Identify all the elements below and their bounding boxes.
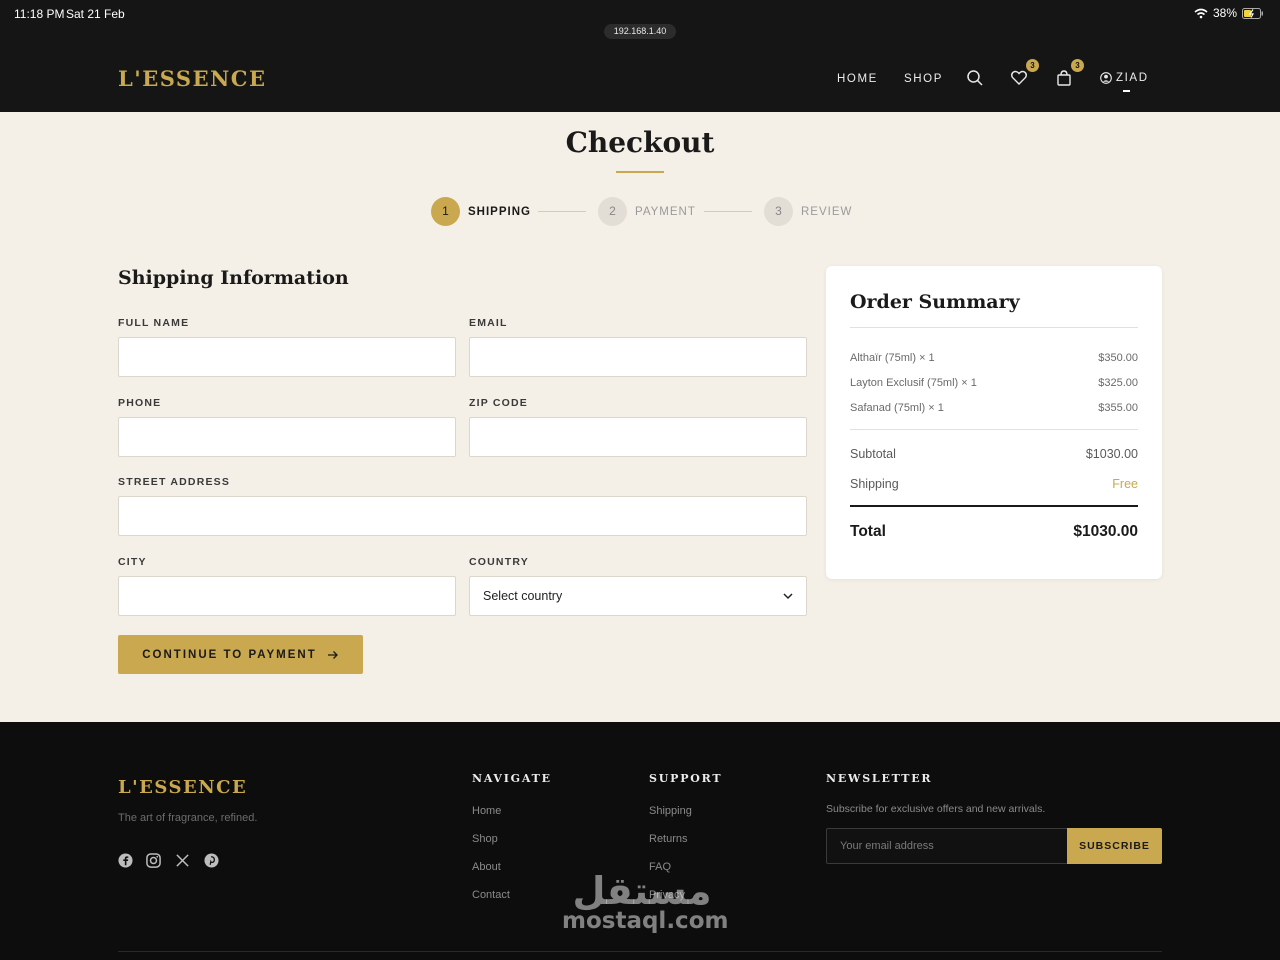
total-label: Total <box>850 523 886 540</box>
chevron-down-icon <box>783 593 793 600</box>
subtotal-value: $1030.00 <box>1085 447 1138 461</box>
nav-shop-link[interactable]: SHOP <box>904 73 943 85</box>
instagram-icon[interactable] <box>146 853 161 868</box>
mostaql-watermark: مستقل mostaql.com <box>562 868 729 934</box>
phone-label: PHONE <box>118 397 162 409</box>
page-title: Checkout <box>565 126 715 159</box>
shipping-row: Shipping Free <box>850 477 1138 491</box>
footer-link-about[interactable]: About <box>472 861 501 873</box>
step-shipping-label[interactable]: SHIPPING <box>468 206 531 218</box>
subscribe-button[interactable]: SUBSCRIBE <box>1067 828 1162 864</box>
wifi-icon <box>1194 8 1208 18</box>
total-value: $1030.00 <box>1073 523 1138 540</box>
footer-link-home[interactable]: Home <box>472 805 501 817</box>
newsletter-email-input[interactable]: Your email address <box>826 828 1068 864</box>
step-review-label[interactable]: REVIEW <box>801 206 852 218</box>
status-date: Sat 21 Feb <box>66 7 125 21</box>
watermark-latin-text: mostaql.com <box>562 908 729 934</box>
phone-input[interactable] <box>118 417 456 457</box>
shipping-value: Free <box>1112 477 1138 491</box>
step-connector <box>704 211 752 212</box>
zip-code-input[interactable] <box>469 417 807 457</box>
item-price: $325.00 <box>1098 377 1138 389</box>
url-bar[interactable]: 192.168.1.40 <box>604 24 676 39</box>
battery-percent: 38% <box>1212 6 1237 20</box>
summary-line-item: Safanad (75ml) × 1 $355.00 <box>850 402 1138 414</box>
country-label: COUNTRY <box>469 556 529 568</box>
step-connector <box>538 211 586 212</box>
continue-to-payment-button[interactable]: CONTINUE TO PAYMENT <box>118 635 363 674</box>
subtotal-row: Subtotal $1030.00 <box>850 447 1138 461</box>
continue-button-label: CONTINUE TO PAYMENT <box>142 648 317 661</box>
item-price: $350.00 <box>1098 352 1138 364</box>
support-heading: SUPPORT <box>649 772 723 785</box>
item-name: Layton Exclusif (75ml) × 1 <box>850 377 977 389</box>
search-icon[interactable] <box>966 69 984 87</box>
footer-divider <box>118 951 1162 952</box>
step-3-circle: 3 <box>764 197 793 226</box>
full-name-input[interactable] <box>118 337 456 377</box>
footer-tagline: The art of fragrance, refined. <box>118 812 258 824</box>
item-name: Althaïr (75ml) × 1 <box>850 352 935 364</box>
navigate-heading: NAVIGATE <box>472 772 552 785</box>
x-twitter-icon[interactable] <box>175 853 190 868</box>
summary-line-item: Althaïr (75ml) × 1 $350.00 <box>850 352 1138 364</box>
summary-line-item: Layton Exclusif (75ml) × 1 $325.00 <box>850 377 1138 389</box>
street-address-label: STREET ADDRESS <box>118 476 231 488</box>
user-name: ZIAD <box>1116 72 1149 84</box>
country-selected-value: Select country <box>483 589 563 603</box>
city-label: CITY <box>118 556 147 568</box>
email-label: EMAIL <box>469 317 508 329</box>
step-1-circle: 1 <box>431 197 460 226</box>
title-underline <box>616 171 664 173</box>
summary-divider <box>850 429 1138 430</box>
total-divider <box>850 505 1138 507</box>
footer-link-returns[interactable]: Returns <box>649 833 688 845</box>
full-name-label: FULL NAME <box>118 317 190 329</box>
newsletter-description: Subscribe for exclusive offers and new a… <box>826 803 1046 815</box>
order-summary-card: Order Summary Althaïr (75ml) × 1 $350.00… <box>826 266 1162 579</box>
cart-count-badge: 3 <box>1071 59 1084 72</box>
user-icon <box>1100 72 1112 84</box>
footer-logo[interactable]: L'ESSENCE <box>118 777 247 798</box>
user-account-link[interactable]: ZIAD <box>1100 72 1149 84</box>
order-summary-title: Order Summary <box>850 291 1020 313</box>
nav-home-link[interactable]: HOME <box>837 73 878 85</box>
top-navigation-bar: 11:18 PM Sat 21 Feb 38% 192.168.1.40 L'E… <box>0 0 1280 112</box>
city-input[interactable] <box>118 576 456 616</box>
footer-link-shipping[interactable]: Shipping <box>649 805 692 817</box>
status-time: 11:18 PM <box>14 7 65 21</box>
newsletter-heading: NEWSLETTER <box>826 772 933 785</box>
shopping-bag-icon[interactable] <box>1055 69 1073 87</box>
email-input[interactable] <box>469 337 807 377</box>
footer-link-contact[interactable]: Contact <box>472 889 510 901</box>
active-indicator <box>1123 90 1130 92</box>
brand-logo[interactable]: L'ESSENCE <box>118 66 267 91</box>
step-payment-label[interactable]: PAYMENT <box>635 206 696 218</box>
footer-link-shop[interactable]: Shop <box>472 833 498 845</box>
wishlist-count-badge: 3 <box>1026 59 1039 72</box>
arrow-right-icon <box>327 650 338 659</box>
heart-icon[interactable] <box>1010 69 1028 87</box>
zip-code-label: ZIP CODE <box>469 397 528 409</box>
step-2-circle: 2 <box>598 197 627 226</box>
facebook-icon[interactable] <box>118 853 133 868</box>
subtotal-label: Subtotal <box>850 447 896 461</box>
email-placeholder: Your email address <box>840 840 934 852</box>
shipping-section-title: Shipping Information <box>118 267 349 289</box>
country-select[interactable]: Select country <box>469 576 807 616</box>
pinterest-icon[interactable] <box>204 853 219 868</box>
total-row: Total $1030.00 <box>850 523 1138 541</box>
summary-divider <box>850 327 1138 328</box>
shipping-label: Shipping <box>850 477 899 491</box>
battery-icon <box>1242 7 1263 19</box>
item-name: Safanad (75ml) × 1 <box>850 402 944 414</box>
status-indicators: 38% <box>1194 6 1264 20</box>
item-price: $355.00 <box>1098 402 1138 414</box>
street-address-input[interactable] <box>118 496 807 536</box>
